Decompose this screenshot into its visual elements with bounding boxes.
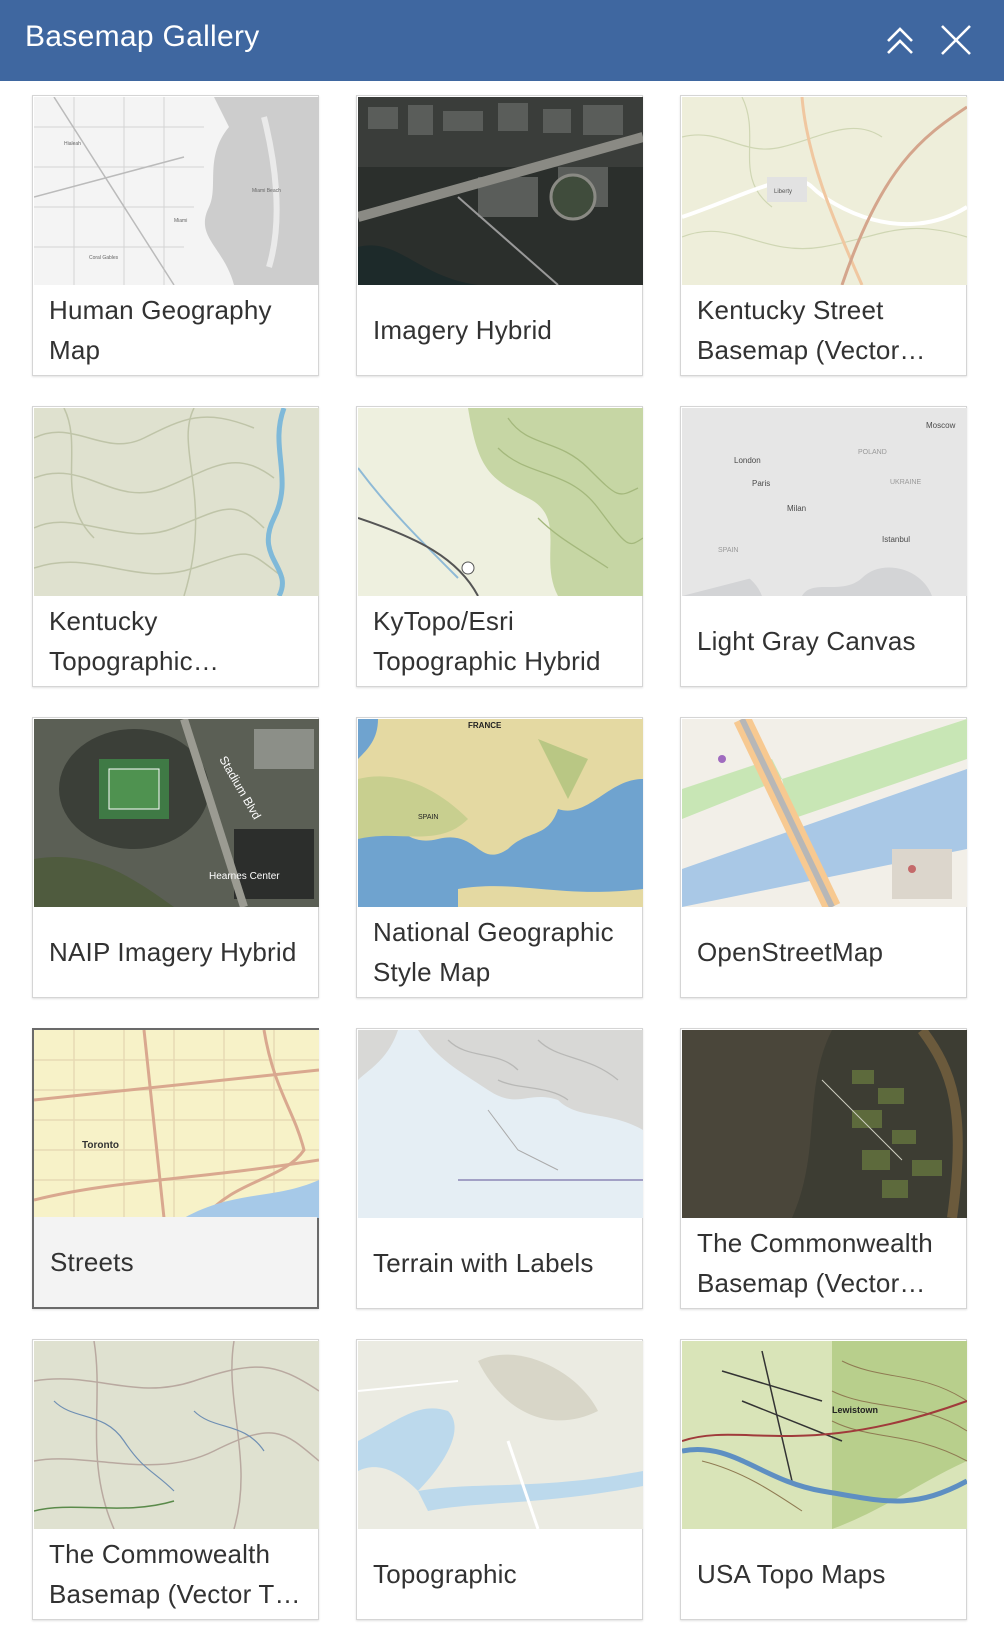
svg-text:Moscow: Moscow: [926, 421, 956, 430]
basemap-item[interactable]: Hialeah Miami Miami Beach Coral Gables H…: [32, 95, 319, 376]
basemap-label: Human Geography Map: [49, 295, 272, 365]
chevrons-up-icon[interactable]: [880, 20, 920, 60]
svg-text:Liberty: Liberty: [774, 189, 792, 195]
svg-text:Milan: Milan: [787, 504, 806, 513]
svg-text:Paris: Paris: [752, 479, 770, 488]
basemap-item[interactable]: Liberty Kentucky Street Basemap (Vector…: [680, 95, 967, 376]
basemap-label: The Commonwealth Basemap (Vector…: [697, 1228, 933, 1298]
basemap-label-box: Kentucky Street Basemap (Vector…: [681, 285, 966, 375]
basemap-item[interactable]: Stadium Blvd Hearnes Center NAIP Imagery…: [32, 717, 319, 998]
basemap-label-box: NAIP Imagery Hybrid: [33, 907, 318, 997]
basemap-item[interactable]: The Commowealth Basemap (Vector T…: [32, 1339, 319, 1620]
basemap-label-box: OpenStreetMap: [681, 907, 966, 997]
svg-text:London: London: [734, 456, 761, 465]
basemap-label-box: Terrain with Labels: [357, 1218, 642, 1308]
svg-text:Hialeah: Hialeah: [64, 141, 81, 147]
basemap-thumbnail: Stadium Blvd Hearnes Center: [34, 719, 319, 907]
svg-text:UKRAINE: UKRAINE: [890, 479, 921, 486]
basemap-thumbnail: FRANCE SPAIN: [358, 719, 643, 907]
svg-text:POLAND: POLAND: [858, 449, 887, 456]
svg-text:Hearnes Center: Hearnes Center: [209, 871, 280, 882]
basemap-item[interactable]: Topographic: [356, 1339, 643, 1620]
basemap-thumbnail: [358, 408, 643, 596]
svg-text:Miami: Miami: [174, 218, 187, 224]
basemap-thumbnail: Hialeah Miami Miami Beach Coral Gables: [34, 97, 319, 285]
gallery-title: Basemap Gallery: [25, 20, 260, 53]
basemap-thumbnail: Liberty: [682, 97, 967, 285]
close-icon[interactable]: [936, 20, 976, 60]
basemap-label-box: The Commowealth Basemap (Vector T…: [33, 1529, 318, 1619]
svg-text:Istanbul: Istanbul: [882, 535, 910, 544]
basemap-label: NAIP Imagery Hybrid: [49, 937, 297, 967]
basemap-label: National Geographic Style Map: [373, 917, 614, 987]
basemap-thumbnail: [34, 1341, 319, 1529]
basemap-label-box: The Commonwealth Basemap (Vector…: [681, 1218, 966, 1308]
svg-text:Toronto: Toronto: [82, 1140, 119, 1151]
basemap-item[interactable]: Terrain with Labels: [356, 1028, 643, 1309]
basemap-thumbnail: [358, 1341, 643, 1529]
basemap-label: Light Gray Canvas: [697, 626, 916, 656]
basemap-thumbnail: Lewistown: [682, 1341, 967, 1529]
basemap-thumbnail: [682, 719, 967, 907]
basemap-label-box: USA Topo Maps: [681, 1529, 966, 1619]
basemap-thumbnail: Toronto: [34, 1030, 319, 1218]
basemap-thumbnail: [358, 1030, 643, 1218]
basemap-item[interactable]: FRANCE SPAIN National Geographic Style M…: [356, 717, 643, 998]
svg-text:Coral Gables: Coral Gables: [89, 255, 119, 261]
svg-text:SPAIN: SPAIN: [718, 547, 739, 554]
basemap-label-box: Light Gray Canvas: [681, 596, 966, 686]
basemap-label-box: Kentucky Topographic…: [33, 596, 318, 686]
basemap-label-box: Imagery Hybrid: [357, 285, 642, 375]
basemap-item[interactable]: OpenStreetMap: [680, 717, 967, 998]
basemap-label: Streets: [50, 1247, 134, 1277]
basemap-label: The Commowealth Basemap (Vector T…: [49, 1539, 301, 1609]
basemap-label: Terrain with Labels: [373, 1248, 594, 1278]
basemap-item[interactable]: Kentucky Topographic…: [32, 406, 319, 687]
basemap-item[interactable]: KyTopo/Esri Topographic Hybrid: [356, 406, 643, 687]
gallery-header: Basemap Gallery: [0, 0, 1004, 81]
svg-text:FRANCE: FRANCE: [468, 721, 502, 730]
basemap-label: Kentucky Topographic…: [49, 606, 220, 676]
basemap-grid: Hialeah Miami Miami Beach Coral Gables H…: [0, 81, 1004, 1636]
basemap-item[interactable]: Imagery Hybrid: [356, 95, 643, 376]
svg-text:SPAIN: SPAIN: [418, 814, 439, 821]
basemap-thumbnail: London Paris Milan Istanbul Moscow SPAIN…: [682, 408, 967, 596]
basemap-thumbnail: [682, 1030, 967, 1218]
basemap-label: Topographic: [373, 1559, 517, 1589]
basemap-label: USA Topo Maps: [697, 1559, 886, 1589]
basemap-label: Imagery Hybrid: [373, 315, 553, 345]
basemap-label: OpenStreetMap: [697, 937, 884, 967]
basemap-item[interactable]: London Paris Milan Istanbul Moscow SPAIN…: [680, 406, 967, 687]
basemap-label-box: Topographic: [357, 1529, 642, 1619]
basemap-item[interactable]: Lewistown USA Topo Maps: [680, 1339, 967, 1620]
basemap-thumbnail: [34, 408, 319, 596]
basemap-label: Kentucky Street Basemap (Vector…: [697, 295, 926, 365]
basemap-thumbnail: [358, 97, 643, 285]
basemap-item[interactable]: The Commonwealth Basemap (Vector…: [680, 1028, 967, 1309]
basemap-label-box: National Geographic Style Map: [357, 907, 642, 997]
basemap-label-box: KyTopo/Esri Topographic Hybrid: [357, 596, 642, 686]
svg-text:Lewistown: Lewistown: [832, 1405, 878, 1415]
basemap-label: KyTopo/Esri Topographic Hybrid: [373, 606, 601, 676]
svg-text:Miami Beach: Miami Beach: [252, 188, 281, 194]
basemap-item[interactable]: Toronto Streets: [32, 1028, 319, 1309]
basemap-label-box: Streets: [34, 1217, 317, 1307]
basemap-label-box: Human Geography Map: [33, 285, 318, 375]
